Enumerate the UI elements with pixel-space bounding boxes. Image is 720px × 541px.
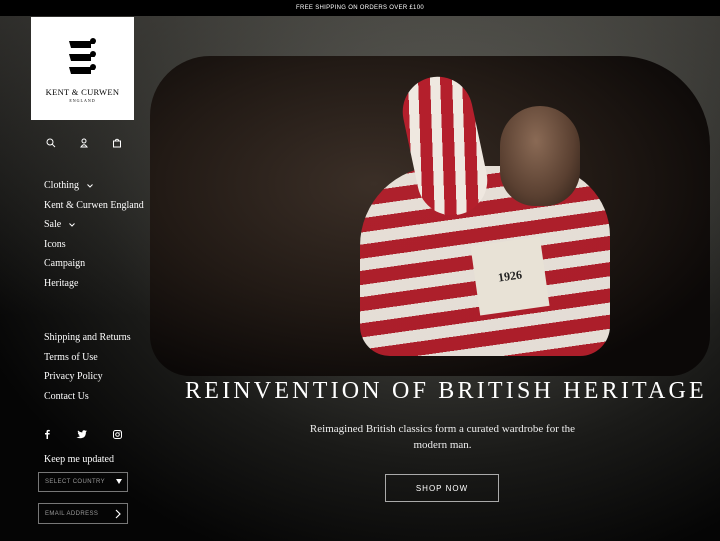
chevron-down-icon [87, 183, 93, 188]
social-links [44, 426, 122, 444]
secondary-nav: Shipping and Returns Terms of Use Privac… [44, 328, 131, 406]
nav-item-heritage[interactable]: Heritage [44, 274, 144, 294]
email-field[interactable]: EMAIL ADDRESS [38, 503, 128, 524]
header-icons [44, 136, 123, 149]
brand-sub: ENGLAND [69, 97, 96, 103]
caret-down-icon [116, 479, 122, 484]
nav-item-contact[interactable]: Contact Us [44, 387, 131, 407]
announcement-text: FREE SHIPPING ON ORDERS OVER £100 [296, 5, 424, 11]
nav-item-shipping-returns[interactable]: Shipping and Returns [44, 328, 131, 348]
nav-item-campaign[interactable]: Campaign [44, 254, 144, 274]
nav-item-kent-curwen-england[interactable]: Kent & Curwen England [44, 196, 144, 216]
chevron-right-icon[interactable] [114, 509, 122, 519]
primary-nav: Clothing Kent & Curwen England Sale Icon… [44, 176, 144, 294]
chevron-down-icon [69, 223, 76, 227]
instagram-icon[interactable] [113, 426, 122, 444]
search-icon[interactable] [44, 136, 57, 149]
twitter-icon[interactable] [76, 426, 87, 444]
shirt-patch: 1926 [470, 236, 550, 316]
bag-icon[interactable] [110, 136, 123, 149]
newsletter-title: Keep me updated [44, 454, 114, 465]
three-lions-icon [68, 37, 96, 74]
hero-headline: REINVENTION OF BRITISH HERITAGE [185, 378, 707, 404]
nav-item-privacy[interactable]: Privacy Policy [44, 367, 131, 387]
shop-now-button[interactable]: SHOP NOW [385, 474, 499, 502]
facebook-icon[interactable] [44, 426, 50, 444]
account-icon[interactable] [77, 136, 90, 149]
brand-logo[interactable]: KENT & CURWEN ENGLAND [31, 17, 134, 120]
brand-name: KENT & CURWEN [45, 86, 120, 97]
country-select[interactable]: SELECT COUNTRY [38, 472, 128, 492]
announcement-bar: FREE SHIPPING ON ORDERS OVER £100 [0, 0, 720, 16]
nav-item-icons[interactable]: Icons [44, 235, 144, 255]
hero-model-image: 1926 [300, 56, 680, 356]
hero-subtext: Reimagined British classics form a curat… [309, 423, 576, 451]
nav-item-clothing[interactable]: Clothing [44, 176, 144, 196]
nav-item-sale[interactable]: Sale [44, 215, 144, 235]
nav-item-terms[interactable]: Terms of Use [44, 348, 131, 368]
